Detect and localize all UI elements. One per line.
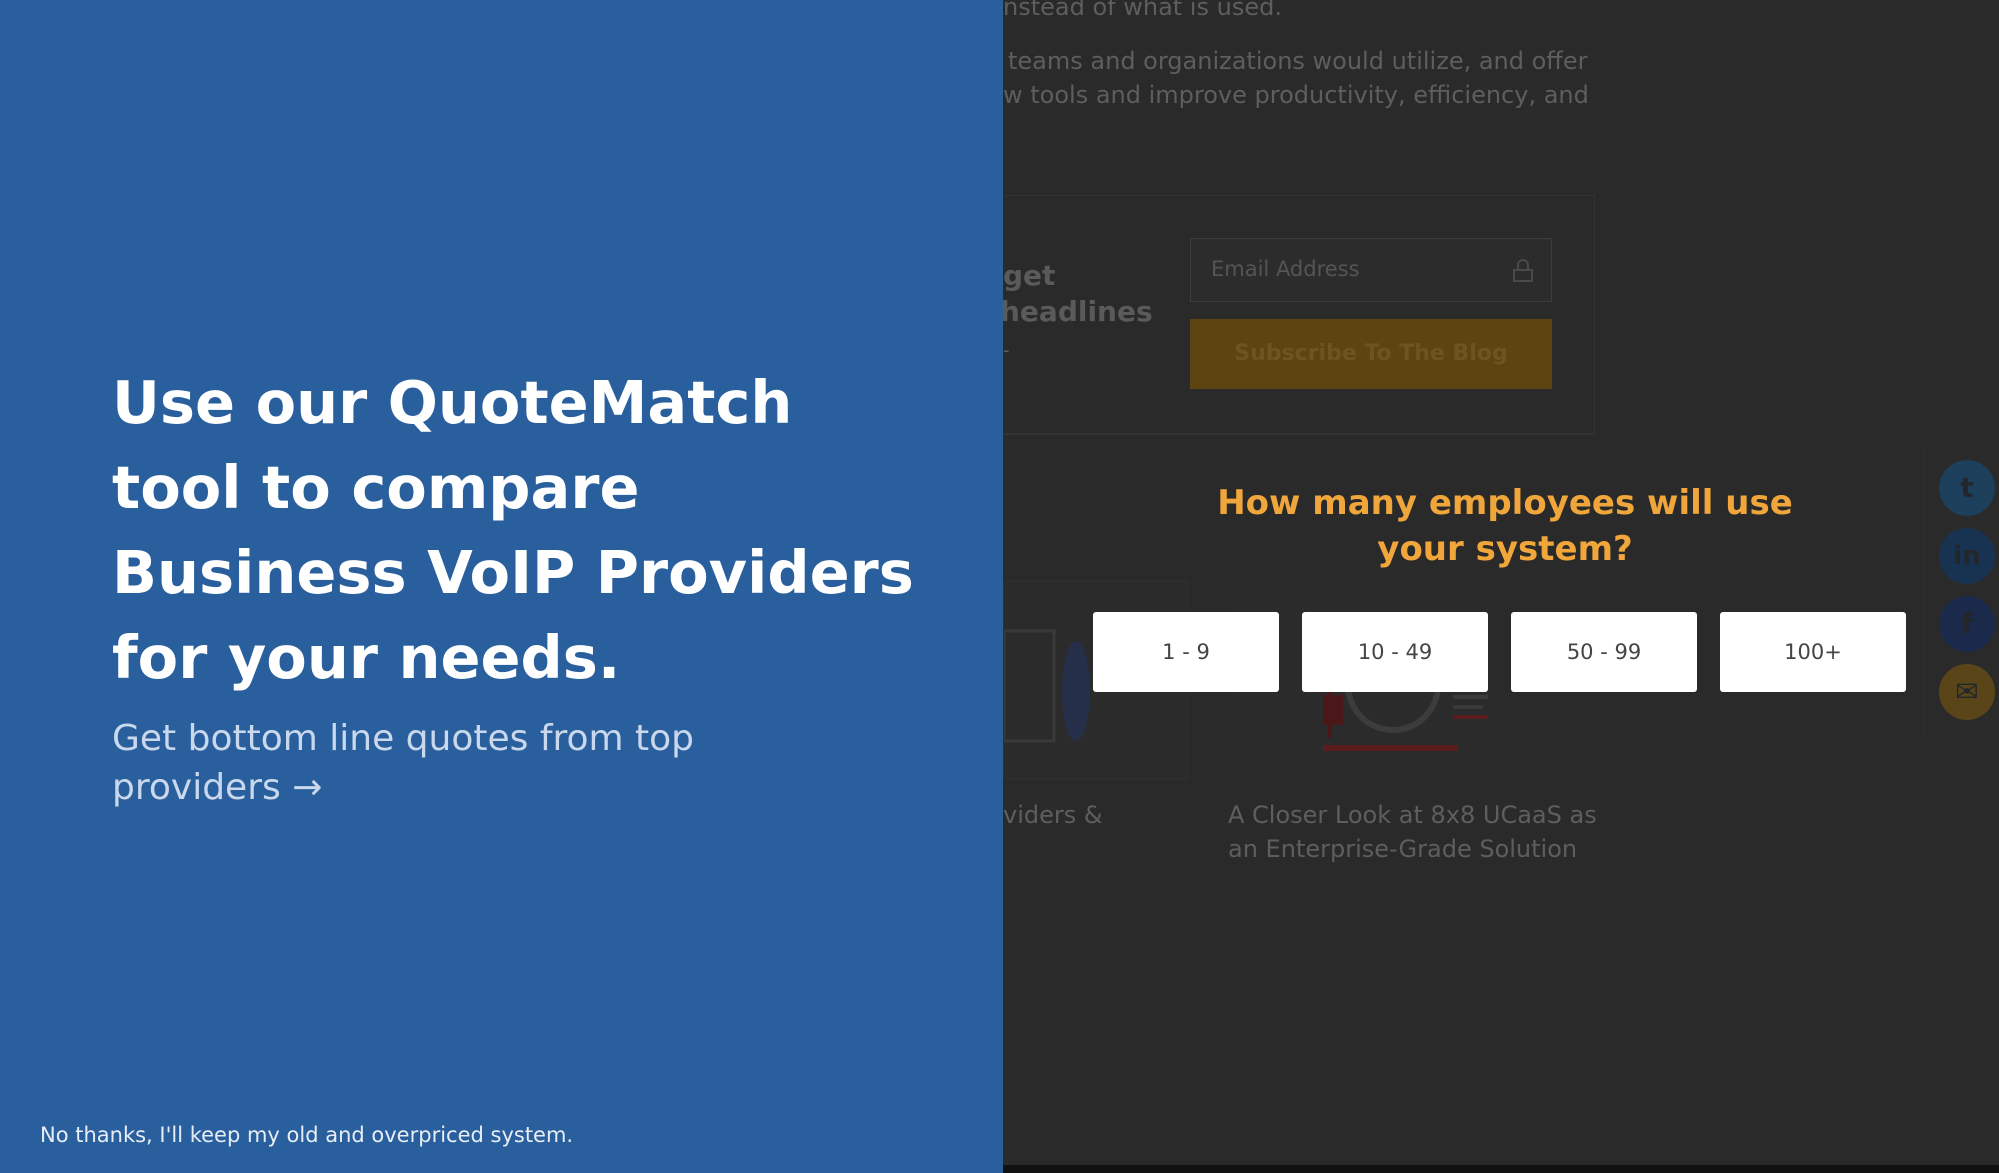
newsletter-heading-line-2: headlines xyxy=(1000,295,1153,328)
bg-intro-line: nstead of what is used. xyxy=(1003,0,1282,21)
mail-icon[interactable]: ✉ xyxy=(1939,664,1995,720)
article-right-title-line-2[interactable]: an Enterprise-Grade Solution xyxy=(1228,832,1577,866)
bg-paragraph-line-1: teams and organizations would utilize, a… xyxy=(1008,47,1588,75)
email-field[interactable]: Email Address xyxy=(1190,238,1552,302)
newsletter-heading-tail: - xyxy=(1003,340,1010,361)
bottom-strip xyxy=(1003,1165,1999,1173)
option-100-plus-button[interactable]: 100+ xyxy=(1720,612,1906,692)
bg-paragraph-line-2: w tools and improve productivity, effici… xyxy=(1003,81,1589,109)
article-left-title[interactable]: viders & xyxy=(1003,798,1103,832)
employee-count-question: How many employees will use your system? xyxy=(1217,483,1793,569)
option-50-99-button[interactable]: 50 - 99 xyxy=(1511,612,1697,692)
promo-panel: Use our QuoteMatch tool to compare Busin… xyxy=(0,0,1003,1173)
facebook-icon[interactable]: f xyxy=(1939,596,1995,652)
divider xyxy=(960,433,1595,434)
lock-icon xyxy=(1513,259,1533,282)
subscribe-button[interactable]: Subscribe To The Blog xyxy=(1190,319,1552,389)
promo-headline: Use our QuoteMatch tool to compare Busin… xyxy=(112,368,914,692)
decline-link[interactable]: No thanks, I'll keep my old and overpric… xyxy=(40,1120,573,1150)
article-right-title-line-1[interactable]: A Closer Look at 8x8 UCaaS as xyxy=(1228,798,1597,832)
twitter-icon[interactable]: t xyxy=(1939,460,1995,516)
employee-count-options: 1 - 9 10 - 49 50 - 99 100+ xyxy=(1093,612,1906,692)
newsletter-heading-line-1: get xyxy=(1003,259,1056,292)
email-placeholder: Email Address xyxy=(1211,257,1360,281)
promo-quotes-link[interactable]: Get bottom line quotes from top provider… xyxy=(112,714,812,812)
option-1-9-button[interactable]: 1 - 9 xyxy=(1093,612,1279,692)
linkedin-icon[interactable]: in xyxy=(1939,528,1995,584)
social-share-rail: t in f ✉ xyxy=(1924,445,1999,735)
option-10-49-button[interactable]: 10 - 49 xyxy=(1302,612,1488,692)
